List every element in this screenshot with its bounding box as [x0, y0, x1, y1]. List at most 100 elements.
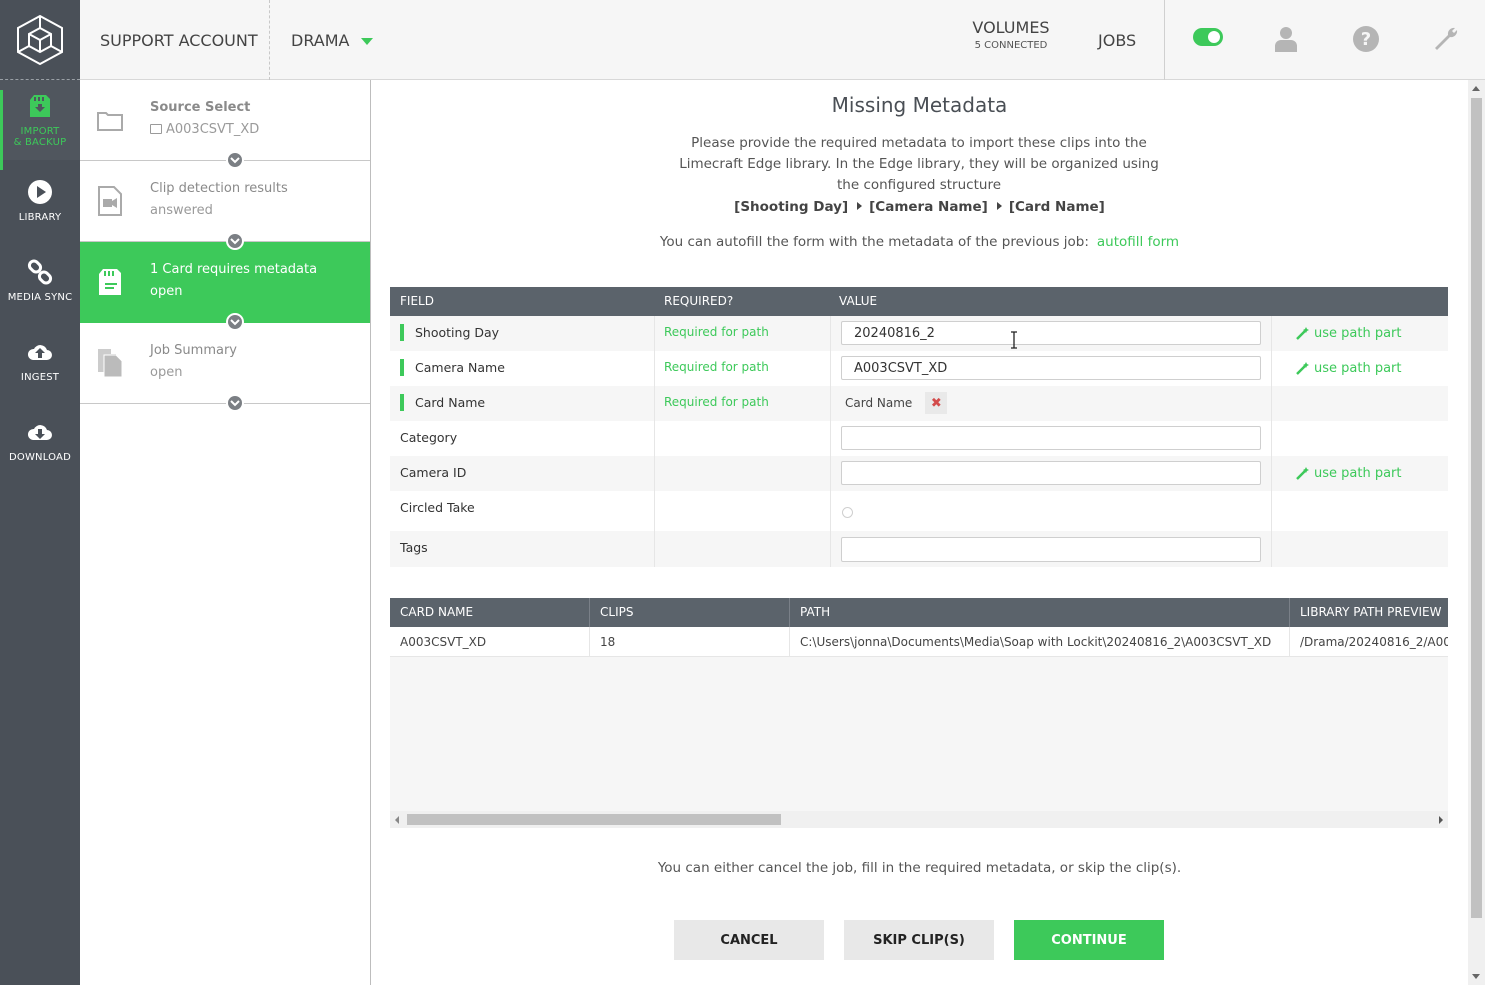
- required-label: Required for path: [664, 360, 769, 374]
- field-label: Category: [400, 430, 458, 445]
- nav-media-sync[interactable]: MEDIA SYNC: [0, 240, 80, 320]
- footnote: You can either cancel the job, fill in t…: [657, 860, 1182, 876]
- nav-import-backup[interactable]: IMPORT & BACKUP: [0, 80, 80, 170]
- cards-table-header: CARD NAME CLIPS PATH LIBRARY PATH PREVIE…: [390, 598, 1448, 627]
- scroll-left-icon[interactable]: [395, 816, 399, 824]
- chevron-down-icon: [361, 37, 374, 45]
- field-label: Camera ID: [400, 465, 467, 480]
- volumes-status: 5 CONNECTED: [974, 40, 1048, 51]
- cards-table: CARD NAME CLIPS PATH LIBRARY PATH PREVIE…: [390, 598, 1448, 828]
- sd-card-icon: [99, 269, 121, 295]
- step-subtitle: answered: [150, 203, 213, 218]
- user-icon[interactable]: [1271, 24, 1301, 54]
- step-title: Job Summary: [150, 343, 237, 358]
- account-name[interactable]: SUPPORT ACCOUNT: [80, 0, 270, 80]
- jobs-button[interactable]: JOBS: [1098, 0, 1136, 80]
- wand-icon: [1296, 467, 1309, 480]
- autofill-link[interactable]: autofill form: [1097, 234, 1179, 250]
- nav-label: IMPORT & BACKUP: [13, 126, 67, 148]
- step-source-select[interactable]: Source Select A003CSVT_XD: [80, 80, 370, 169]
- text-cursor-icon: [1011, 331, 1017, 349]
- scroll-up-icon[interactable]: [1472, 86, 1480, 91]
- nav-label: INGEST: [20, 371, 60, 383]
- path-part: [Camera Name]: [869, 199, 988, 215]
- header-clips: CLIPS: [600, 605, 634, 619]
- table-row[interactable]: A003CSVT_XD 18 C:\Users\jonna\Documents\…: [390, 627, 1448, 657]
- required-marker: [400, 324, 404, 341]
- camera-id-input[interactable]: [841, 461, 1261, 485]
- field-label: Card Name: [415, 395, 486, 410]
- nav-rail: IMPORT & BACKUP LIBRARY MEDIA SYNC INGEST: [0, 0, 80, 985]
- project-name: DRAMA: [291, 30, 350, 50]
- sync-toggle[interactable]: [1193, 28, 1223, 46]
- nav-ingest[interactable]: INGEST: [0, 320, 80, 400]
- camera-name-input[interactable]: [841, 356, 1261, 380]
- field-row-camera-id: Camera ID use path part: [390, 456, 1448, 491]
- chip-label: Card Name: [845, 396, 913, 410]
- wrench-icon[interactable]: [1431, 24, 1461, 54]
- path-cell: C:\Users\jonna\Documents\Media\Soap with…: [800, 635, 1272, 649]
- help-icon[interactable]: ?: [1351, 24, 1381, 54]
- fields-table-header: FIELD REQUIRED? VALUE: [390, 287, 1448, 316]
- field-label: Circled Take: [400, 500, 475, 515]
- path-structure: [Shooting Day] [Camera Name] [Card Name]: [371, 199, 1468, 215]
- header-required: REQUIRED?: [664, 294, 734, 308]
- folder-icon: [97, 112, 123, 131]
- continue-button[interactable]: CONTINUE: [1014, 920, 1164, 960]
- cube-logo-icon: [17, 14, 63, 65]
- autofill-text: You can autofill the form with the metad…: [659, 234, 1089, 250]
- step-card-metadata[interactable]: 1 Card requires metadata open: [80, 242, 370, 331]
- nav-library[interactable]: LIBRARY: [0, 160, 80, 240]
- header-value: VALUE: [839, 294, 878, 308]
- step-clip-detection[interactable]: Clip detection results answered: [80, 161, 370, 250]
- vertical-scrollbar[interactable]: [1468, 80, 1485, 985]
- scrollbar-thumb[interactable]: [407, 814, 781, 825]
- field-row-category: Category: [390, 421, 1448, 456]
- chevron-down-icon: [226, 394, 244, 412]
- skip-clips-button[interactable]: SKIP CLIP(S): [844, 920, 994, 960]
- nav-label: DOWNLOAD: [9, 451, 71, 463]
- step-subtitle: open: [150, 284, 183, 299]
- header-library-path-preview: LIBRARY PATH PREVIEW: [1300, 605, 1442, 619]
- project-selector[interactable]: DRAMA: [270, 0, 374, 80]
- cancel-button[interactable]: CANCEL: [674, 920, 824, 960]
- chevron-down-icon: [226, 232, 244, 250]
- nav-download[interactable]: DOWNLOAD: [0, 400, 80, 480]
- use-path-part-button[interactable]: use path part: [1296, 466, 1402, 481]
- volumes-label: VOLUMES: [972, 18, 1050, 37]
- scroll-down-icon[interactable]: [1472, 974, 1480, 979]
- volumes-button[interactable]: VOLUMES 5 CONNECTED: [960, 18, 1062, 51]
- horizontal-scrollbar[interactable]: [390, 811, 1448, 828]
- card-name-cell: A003CSVT_XD: [400, 635, 487, 649]
- card-name-chip: Card Name ✖: [845, 390, 948, 416]
- video-file-icon: [98, 186, 122, 216]
- path-part: [Shooting Day]: [734, 199, 849, 215]
- limecraft-logo[interactable]: [0, 0, 80, 80]
- field-row-shooting-day: Shooting Day Required for path use path …: [390, 316, 1448, 351]
- play-circle-icon: [28, 179, 52, 204]
- sd-card-icon: [30, 95, 50, 117]
- circled-take-checkbox[interactable]: [842, 507, 853, 518]
- cloud-upload-icon: [27, 344, 52, 360]
- step-subtitle: open: [150, 365, 183, 380]
- category-input[interactable]: [841, 426, 1261, 450]
- scroll-right-icon[interactable]: [1439, 816, 1443, 824]
- step-job-summary[interactable]: Job Summary open: [80, 323, 370, 412]
- shooting-day-input[interactable]: [841, 321, 1261, 345]
- field-row-circled-take: Circled Take: [390, 491, 1448, 531]
- caret-right-icon: [996, 202, 1002, 210]
- header-field: FIELD: [400, 294, 434, 308]
- field-label: Shooting Day: [415, 325, 500, 340]
- field-label: Tags: [400, 540, 428, 555]
- step-title: 1 Card requires metadata: [150, 262, 318, 277]
- use-path-part-button[interactable]: use path part: [1296, 361, 1402, 376]
- tags-input[interactable]: [841, 537, 1261, 562]
- required-marker: [400, 394, 404, 411]
- required-label: Required for path: [664, 325, 769, 339]
- caret-right-icon: [857, 202, 863, 210]
- remove-chip-icon[interactable]: ✖: [925, 392, 948, 414]
- use-path-part-button[interactable]: use path part: [1296, 326, 1402, 341]
- page-description: Please provide the required metadata to …: [679, 135, 1159, 193]
- scrollbar-thumb[interactable]: [1471, 98, 1482, 918]
- header-card-name: CARD NAME: [400, 605, 474, 619]
